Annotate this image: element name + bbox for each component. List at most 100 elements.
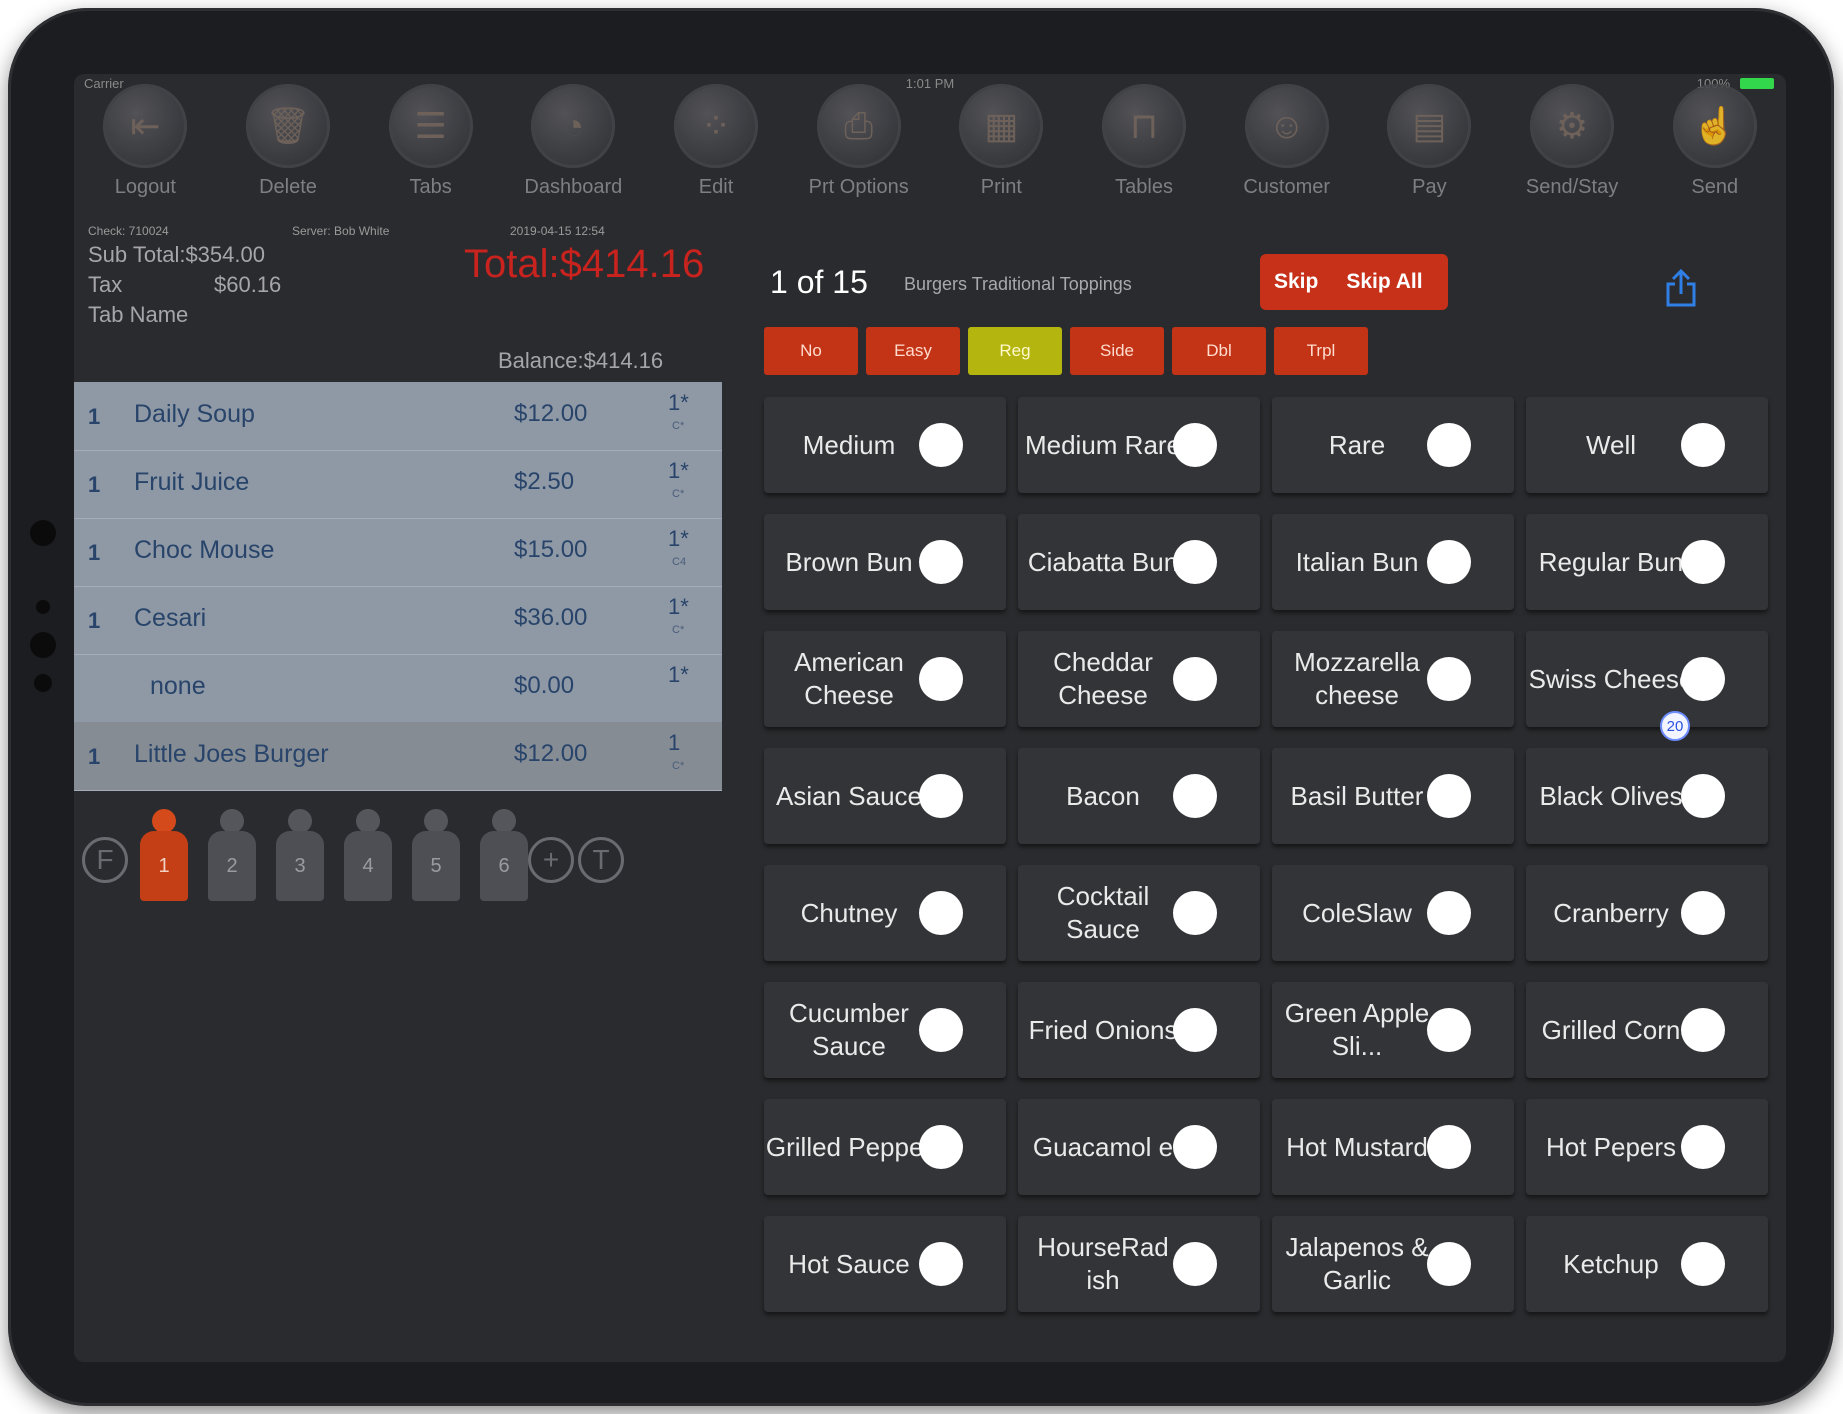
radio-indicator[interactable]	[1681, 774, 1725, 818]
radio-indicator[interactable]	[1427, 1242, 1471, 1286]
radio-indicator[interactable]	[1681, 891, 1725, 935]
modifier-dbl[interactable]: Dbl	[1172, 327, 1266, 375]
skip-all-button[interactable]: Skip All	[1332, 270, 1436, 294]
radio-indicator[interactable]	[1681, 1242, 1725, 1286]
radio-indicator[interactable]	[1427, 774, 1471, 818]
radio-indicator[interactable]	[1427, 423, 1471, 467]
modifier-reg[interactable]: Reg	[968, 327, 1062, 375]
option-hot-sauce[interactable]: Hot Sauce	[764, 1216, 1006, 1312]
option-ketchup[interactable]: Ketchup	[1526, 1216, 1768, 1312]
option-grilled-pepper[interactable]: Grilled Pepper	[764, 1099, 1006, 1195]
toolbar-button-delete[interactable]: 🗑 Delete	[217, 84, 360, 224]
toolbar-button-pay[interactable]: ▤ Pay	[1358, 84, 1501, 224]
option-guacamol-e[interactable]: Guacamol e	[1018, 1099, 1260, 1195]
radio-indicator[interactable]	[1173, 540, 1217, 584]
order-row[interactable]: 1 Fruit Juice $2.50 1* C*	[74, 450, 722, 519]
option-hourserad-ish[interactable]: HourseRad ish	[1018, 1216, 1260, 1312]
radio-indicator[interactable]	[919, 774, 963, 818]
toolbar-button-send-stay[interactable]: ⚙ Send/Stay	[1501, 84, 1644, 224]
toolbar-button-customer[interactable]: ☺ Customer	[1215, 84, 1358, 224]
option-american-cheese[interactable]: American Cheese	[764, 631, 1006, 727]
option-medium[interactable]: Medium	[764, 397, 1006, 493]
option-coleslaw[interactable]: ColeSlaw	[1272, 865, 1514, 961]
modifier-trpl[interactable]: Trpl	[1274, 327, 1368, 375]
option-ciabatta-bun[interactable]: Ciabatta Bun	[1018, 514, 1260, 610]
radio-indicator[interactable]	[1681, 1125, 1725, 1169]
radio-indicator[interactable]	[919, 657, 963, 701]
option-grilled-corn[interactable]: Grilled Corn	[1526, 982, 1768, 1078]
radio-indicator[interactable]	[1681, 1008, 1725, 1052]
radio-indicator[interactable]	[1427, 657, 1471, 701]
radio-indicator[interactable]	[1173, 657, 1217, 701]
order-row[interactable]: 1 Cesari $36.00 1* C*	[74, 586, 722, 655]
seat-1[interactable]: 1	[136, 809, 192, 905]
seat-4[interactable]: 4	[340, 809, 396, 905]
option-basil-butter[interactable]: Basil Butter	[1272, 748, 1514, 844]
order-row[interactable]: 1 Choc Mouse $15.00 1* C4	[74, 518, 722, 587]
option-cheddar-cheese[interactable]: Cheddar Cheese	[1018, 631, 1260, 727]
radio-indicator[interactable]	[919, 1242, 963, 1286]
radio-indicator[interactable]	[1173, 1008, 1217, 1052]
option-well[interactable]: Well	[1526, 397, 1768, 493]
seat-5[interactable]: 5	[408, 809, 464, 905]
radio-indicator[interactable]	[1427, 540, 1471, 584]
option-cranberry[interactable]: Cranberry	[1526, 865, 1768, 961]
skip-button[interactable]: Skip	[1260, 270, 1332, 294]
order-row[interactable]: 1 Daily Soup $12.00 1* C*	[74, 382, 722, 451]
option-green-apple-sli[interactable]: Green Apple Sli...	[1272, 982, 1514, 1078]
option-black-olives[interactable]: Black Olives	[1526, 748, 1768, 844]
toolbar-button-edit[interactable]: ⁘ Edit	[645, 84, 788, 224]
order-row[interactable]: none $0.00 1*	[74, 654, 722, 723]
radio-indicator[interactable]	[919, 1125, 963, 1169]
radio-indicator[interactable]	[1681, 423, 1725, 467]
option-italian-bun[interactable]: Italian Bun	[1272, 514, 1514, 610]
tab-name[interactable]: Tab Name	[88, 302, 188, 328]
toolbar-button-prt-options[interactable]: ⎙ Prt Options	[787, 84, 930, 224]
option-mozzarella-cheese[interactable]: Mozzarella cheese	[1272, 631, 1514, 727]
share-icon[interactable]	[1664, 268, 1698, 308]
option-asian-sauce[interactable]: Asian Sauce	[764, 748, 1006, 844]
modifier-no[interactable]: No	[764, 327, 858, 375]
option-fried-onions[interactable]: Fried Onions	[1018, 982, 1260, 1078]
toolbar-button-print[interactable]: ▦ Print	[930, 84, 1073, 224]
toolbar-button-tabs[interactable]: ☰ Tabs	[359, 84, 502, 224]
table-seat-button[interactable]: T	[578, 837, 624, 883]
radio-indicator[interactable]	[1681, 657, 1725, 701]
order-row[interactable]: 1 Little Joes Burger $12.00 1 C*	[74, 722, 722, 791]
add-seat-button[interactable]: +	[528, 837, 574, 883]
radio-indicator[interactable]	[919, 423, 963, 467]
option-swiss-cheese[interactable]: Swiss Cheese	[1526, 631, 1768, 727]
radio-indicator[interactable]	[1427, 1008, 1471, 1052]
option-rare[interactable]: Rare	[1272, 397, 1514, 493]
seat-3[interactable]: 3	[272, 809, 328, 905]
option-hot-mustard[interactable]: Hot Mustard	[1272, 1099, 1514, 1195]
radio-indicator[interactable]	[1427, 1125, 1471, 1169]
seat-2[interactable]: 2	[204, 809, 260, 905]
option-cucumber-sauce[interactable]: Cucumber Sauce	[764, 982, 1006, 1078]
radio-indicator[interactable]	[919, 540, 963, 584]
option-medium-rare[interactable]: Medium Rare	[1018, 397, 1260, 493]
radio-indicator[interactable]	[1427, 891, 1471, 935]
option-bacon[interactable]: Bacon	[1018, 748, 1260, 844]
modifier-easy[interactable]: Easy	[866, 327, 960, 375]
toolbar-button-dashboard[interactable]: ◔ Dashboard	[502, 84, 645, 224]
option-regular-bun[interactable]: Regular Bun	[1526, 514, 1768, 610]
option-jalapenos-garlic[interactable]: Jalapenos & Garlic	[1272, 1216, 1514, 1312]
option-brown-bun[interactable]: Brown Bun	[764, 514, 1006, 610]
radio-indicator[interactable]	[1173, 774, 1217, 818]
radio-indicator[interactable]	[1173, 1125, 1217, 1169]
fire-button[interactable]: F	[82, 837, 128, 883]
toolbar-button-tables[interactable]: ⊓ Tables	[1073, 84, 1216, 224]
radio-indicator[interactable]	[1173, 423, 1217, 467]
seat-6[interactable]: 6	[476, 809, 532, 905]
option-chutney[interactable]: Chutney	[764, 865, 1006, 961]
radio-indicator[interactable]	[919, 891, 963, 935]
radio-indicator[interactable]	[1681, 540, 1725, 584]
toolbar-button-logout[interactable]: ⇤ Logout	[74, 84, 217, 224]
radio-indicator[interactable]	[1173, 1242, 1217, 1286]
toolbar-button-send[interactable]: ☝ Send	[1643, 84, 1786, 224]
option-cocktail-sauce[interactable]: Cocktail Sauce	[1018, 865, 1260, 961]
option-hot-pepers[interactable]: Hot Pepers	[1526, 1099, 1768, 1195]
radio-indicator[interactable]	[919, 1008, 963, 1052]
modifier-side[interactable]: Side	[1070, 327, 1164, 375]
